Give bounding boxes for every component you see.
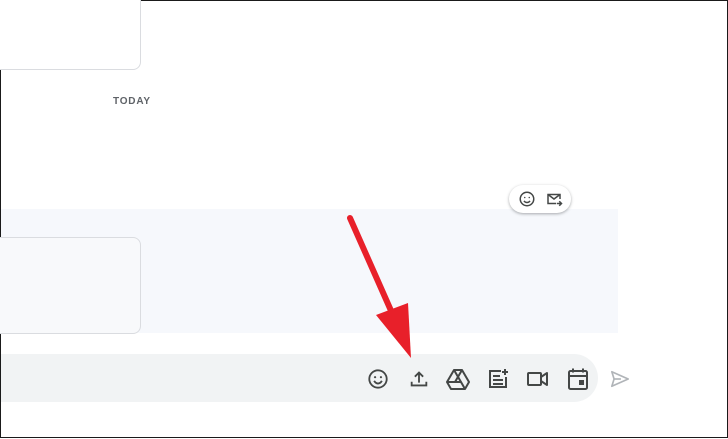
message-card bbox=[0, 0, 141, 70]
google-drive-icon[interactable] bbox=[446, 367, 470, 391]
upload-file-icon[interactable] bbox=[407, 367, 431, 391]
message-hover-actions bbox=[509, 185, 571, 213]
calendar-event-icon[interactable] bbox=[566, 367, 590, 391]
emoji-icon[interactable] bbox=[366, 367, 390, 391]
emoji-reaction-icon[interactable] bbox=[515, 187, 539, 211]
post-note-icon[interactable] bbox=[486, 367, 510, 391]
video-call-icon[interactable] bbox=[526, 367, 550, 391]
message-card-hovered bbox=[0, 237, 141, 334]
send-icon bbox=[611, 370, 630, 388]
forward-to-inbox-icon[interactable] bbox=[542, 187, 566, 211]
send-button[interactable] bbox=[608, 367, 632, 391]
date-divider: TODAY bbox=[113, 96, 151, 107]
